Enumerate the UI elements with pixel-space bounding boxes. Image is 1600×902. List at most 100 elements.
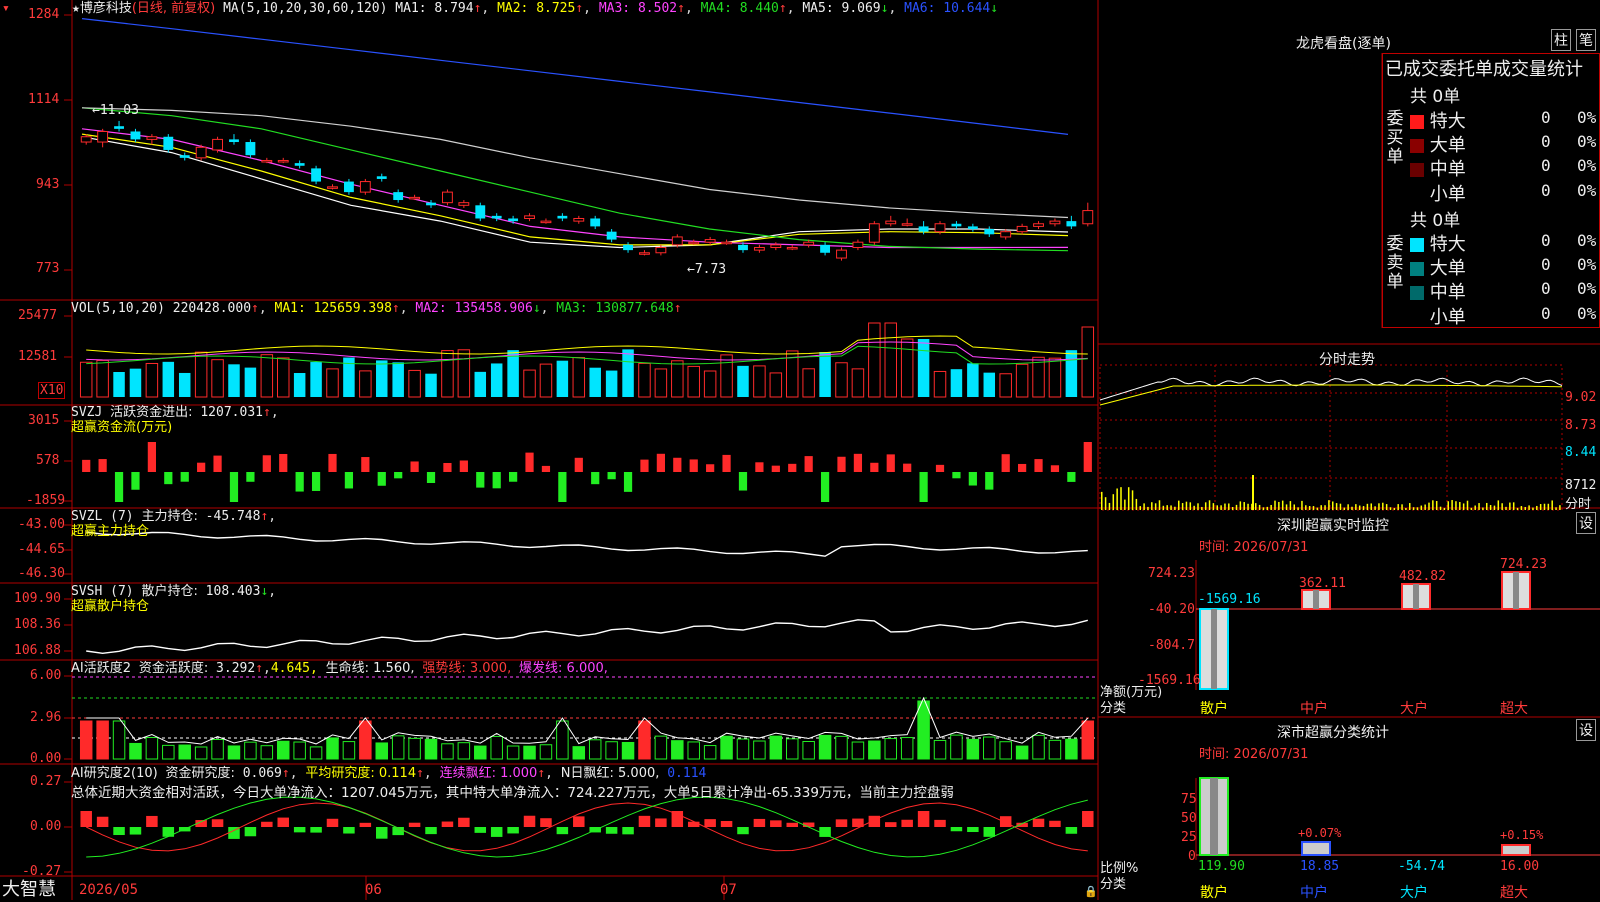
volume-bar-up bbox=[79, 361, 93, 398]
candle-body-down bbox=[294, 163, 305, 166]
candle-body-down bbox=[245, 142, 256, 156]
research-bar-down bbox=[983, 827, 996, 837]
activity-bar bbox=[769, 735, 783, 760]
svzj-name: SVZJ bbox=[71, 405, 103, 420]
volume-bar-down bbox=[228, 364, 240, 397]
volume-bar-up bbox=[260, 354, 274, 398]
svsh-panel[interactable] bbox=[86, 619, 1088, 655]
ai-activity-panel[interactable] bbox=[72, 676, 1098, 760]
activity-bar bbox=[194, 746, 208, 760]
svzl-value: -45.748 bbox=[205, 509, 261, 524]
sell-total: 共 0单 bbox=[1410, 211, 1461, 231]
activity-bar bbox=[917, 700, 930, 760]
sz-monitor-value: 724.23 bbox=[1500, 557, 1547, 572]
fenshi-vol-bar bbox=[1389, 507, 1392, 510]
sz-class-settings-button[interactable]: 设 bbox=[1576, 719, 1596, 741]
fenshi-vol-bar bbox=[1355, 504, 1357, 510]
ma-params: MA(5,10,20,30,60,120) bbox=[223, 1, 388, 16]
activity-bar bbox=[523, 745, 536, 760]
buy-vertical-label: 委买单 bbox=[1386, 109, 1404, 167]
svsh-y-label: 106.88 bbox=[14, 643, 61, 658]
sz-monitor-settings-button[interactable]: 设 bbox=[1576, 512, 1596, 534]
fenshi-price-line bbox=[1099, 377, 1563, 401]
flow-bar-out bbox=[1067, 472, 1076, 482]
activity-bar bbox=[950, 734, 963, 760]
vol-ma2-value: MA2: 135458.906 bbox=[415, 301, 533, 316]
volume-bar-down bbox=[1065, 350, 1078, 397]
volume-bar-down bbox=[950, 369, 963, 397]
fenshi-vol-bar bbox=[1393, 507, 1396, 510]
kline-header: ★博彦科技(日线, 前复权) MA(5,10,20,30,60,120) MA1… bbox=[72, 1, 999, 16]
sz-monitor-value: -1569.16 bbox=[1198, 592, 1261, 607]
fenshi-vol-bar bbox=[1312, 506, 1315, 510]
candle-body-down bbox=[376, 176, 387, 179]
favorite-star-icon[interactable]: ★ bbox=[72, 1, 80, 16]
svsh-y-label: 108.36 bbox=[14, 617, 61, 632]
svsh-line bbox=[86, 619, 1088, 655]
candle-body-down bbox=[1066, 221, 1077, 227]
volume-bar-up bbox=[326, 368, 339, 398]
volume-bar-up bbox=[868, 322, 881, 398]
svzl-y-label: -46.30 bbox=[18, 566, 65, 581]
volume-panel[interactable] bbox=[79, 322, 1095, 398]
svzl-name: SVZL (7) bbox=[71, 509, 134, 524]
volume-bar-up bbox=[359, 370, 372, 398]
flow-bar-out bbox=[164, 472, 173, 485]
period-mode[interactable]: (日线, 前复权) bbox=[132, 1, 215, 16]
buy-row-count: 0 bbox=[1541, 156, 1551, 175]
activity-bar bbox=[999, 741, 1012, 760]
research-bar-up bbox=[1049, 820, 1061, 827]
ai-research-panel[interactable] bbox=[80, 796, 1094, 858]
ai1-lifeline: 生命线: 1.560, bbox=[325, 661, 415, 676]
brand-logo-text[interactable]: 大智慧 bbox=[2, 880, 56, 900]
svzl-panel[interactable] bbox=[86, 531, 1088, 557]
volume-bar-down bbox=[244, 367, 257, 397]
svsh-subtitle: 超赢散户持仓 bbox=[71, 599, 150, 614]
tab-bar-view[interactable]: 柱 bbox=[1551, 29, 1571, 51]
sz-class-cat: 大户 bbox=[1400, 885, 1428, 901]
legend-swatch bbox=[1410, 311, 1424, 325]
fenshi-vol-bar bbox=[1516, 507, 1519, 510]
svsh-header: SVSH (7) 散户持仓: 108.403↓, bbox=[71, 584, 277, 599]
research-bar-down bbox=[950, 827, 963, 832]
flow-bar-out bbox=[426, 472, 436, 484]
fenshi-vol-bar bbox=[1258, 504, 1261, 510]
fenshi-vol-bar bbox=[1532, 507, 1534, 510]
candle-body-up bbox=[1033, 223, 1044, 227]
volume-bar-down bbox=[737, 365, 749, 397]
flow-bar-in bbox=[279, 453, 288, 472]
lock-icon[interactable]: 🔒 bbox=[1084, 884, 1098, 899]
svzj-panel[interactable] bbox=[82, 442, 1092, 502]
activity-bar bbox=[1032, 734, 1045, 760]
activity-bar bbox=[244, 741, 257, 760]
kline-panel[interactable] bbox=[80, 18, 1094, 261]
fenshi-vol-bar bbox=[1204, 502, 1207, 510]
top-corner-marker[interactable]: ▾ bbox=[2, 1, 10, 16]
ai2-last: 0.114 bbox=[667, 766, 707, 781]
ma3-value: MA3: 8.502 bbox=[598, 1, 678, 16]
flow-bar-in bbox=[706, 464, 715, 472]
tab-tick-view[interactable]: 笔 bbox=[1576, 29, 1596, 51]
activity-bar bbox=[983, 736, 996, 760]
ai1-strong-line: 强势线: 3.000, bbox=[422, 661, 512, 676]
activity-bar bbox=[654, 735, 668, 760]
sz-monitor-bar-shade bbox=[1513, 572, 1519, 609]
legend-swatch bbox=[1410, 188, 1424, 202]
activity-bar bbox=[326, 737, 339, 760]
candle-body-down bbox=[557, 215, 568, 219]
ai1-label: 资金活跃度: bbox=[138, 661, 209, 676]
sz-class-y-label: 0 bbox=[1188, 849, 1196, 864]
activity-bar bbox=[720, 735, 733, 760]
stock-name: 博彦科技 bbox=[79, 1, 132, 16]
flow-bar-out bbox=[476, 472, 485, 488]
svzj-label: 活跃资金进出: bbox=[110, 405, 193, 420]
ma5-value: MA5: 9.069 bbox=[802, 1, 881, 16]
fenshi-tag[interactable]: 分时 bbox=[1565, 493, 1591, 512]
candle-body-down bbox=[918, 226, 929, 232]
ai1-y-label: 6.00 bbox=[30, 668, 62, 683]
candle-body-up bbox=[1016, 225, 1028, 233]
fenshi-vol-bar bbox=[1335, 503, 1338, 510]
fenshi-vol-bar bbox=[1139, 506, 1141, 510]
sell-row-label: 特大 bbox=[1429, 234, 1466, 255]
x-axis-label: 06 bbox=[365, 882, 382, 898]
